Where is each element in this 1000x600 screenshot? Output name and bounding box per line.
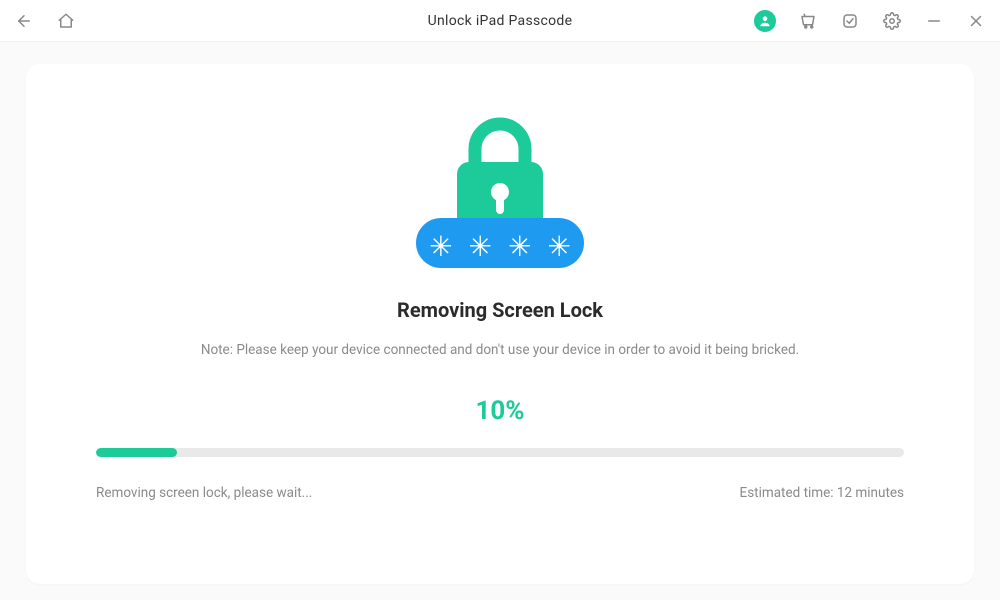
status-right: Estimated time: 12 minutes (740, 485, 904, 501)
minimize-icon (925, 12, 943, 30)
home-button[interactable] (56, 11, 76, 31)
asterisk-icon: ✳ (547, 233, 570, 261)
asterisk-icon: ✳ (508, 233, 531, 261)
cart-icon (799, 12, 817, 30)
progress-bar (96, 448, 904, 457)
feedback-button[interactable] (840, 11, 860, 31)
window-title: Unlock iPad Passcode (428, 13, 573, 29)
passcode-pill: ✳ ✳ ✳ ✳ (416, 218, 584, 268)
minimize-button[interactable] (924, 11, 944, 31)
asterisk-icon: ✳ (469, 233, 492, 261)
home-icon (57, 12, 75, 30)
note-text: Note: Please keep your device connected … (201, 342, 799, 358)
titlebar-right (754, 10, 986, 32)
lock-illustration: ✳ ✳ ✳ ✳ (400, 114, 600, 274)
close-icon (967, 12, 985, 30)
heading: Removing Screen Lock (397, 298, 603, 322)
close-button[interactable] (966, 11, 986, 31)
main-card: ✳ ✳ ✳ ✳ Removing Screen Lock Note: Pleas… (26, 64, 974, 584)
account-button[interactable] (754, 10, 776, 32)
gear-icon (883, 12, 901, 30)
back-button[interactable] (14, 11, 34, 31)
status-row: Removing screen lock, please wait... Est… (96, 485, 904, 501)
user-icon (758, 14, 772, 28)
cart-button[interactable] (798, 11, 818, 31)
progress-percent-label: 10% (475, 396, 524, 426)
progress-fill (96, 448, 177, 457)
checklist-icon (841, 12, 859, 30)
arrow-left-icon (15, 12, 33, 30)
titlebar-left (14, 11, 76, 31)
titlebar: Unlock iPad Passcode (0, 0, 1000, 42)
settings-button[interactable] (882, 11, 902, 31)
status-left: Removing screen lock, please wait... (96, 485, 312, 501)
asterisk-icon: ✳ (429, 233, 452, 261)
